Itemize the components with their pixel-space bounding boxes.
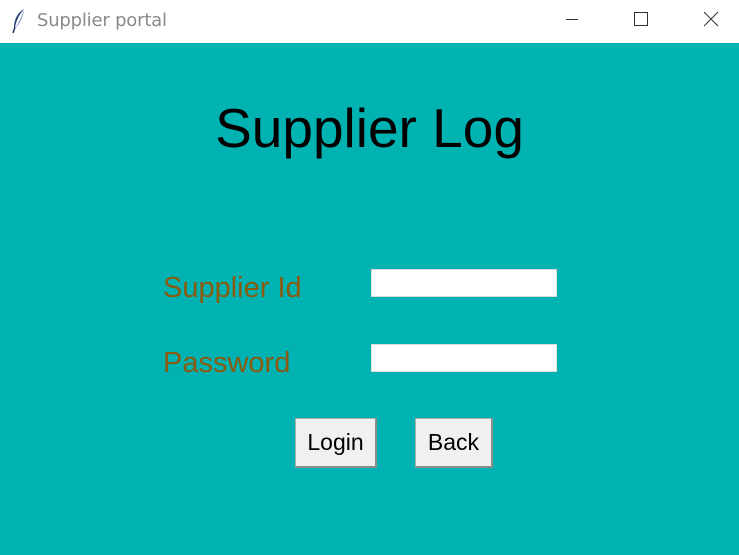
feather-icon bbox=[11, 8, 27, 34]
close-button[interactable] bbox=[676, 0, 739, 43]
supplier-id-label: Supplier Id bbox=[163, 272, 302, 304]
page-title: Supplier Log bbox=[215, 97, 524, 159]
supplier-id-field[interactable] bbox=[371, 269, 557, 297]
close-icon bbox=[703, 11, 719, 32]
back-button[interactable]: Back bbox=[415, 418, 493, 468]
maximize-button[interactable] bbox=[606, 0, 676, 43]
password-label: Password bbox=[163, 347, 291, 379]
minimize-button[interactable] bbox=[537, 0, 607, 43]
app-window: Supplier portal Supplier Log Supplier Id… bbox=[0, 0, 739, 555]
title-bar[interactable]: Supplier portal bbox=[0, 0, 739, 43]
login-button[interactable]: Login bbox=[295, 418, 377, 468]
minimize-icon bbox=[565, 12, 579, 31]
password-field[interactable] bbox=[371, 344, 557, 372]
window-title: Supplier portal bbox=[37, 10, 167, 31]
login-form: Supplier Log Supplier Id Password Login … bbox=[0, 43, 739, 555]
maximize-icon bbox=[634, 12, 648, 31]
